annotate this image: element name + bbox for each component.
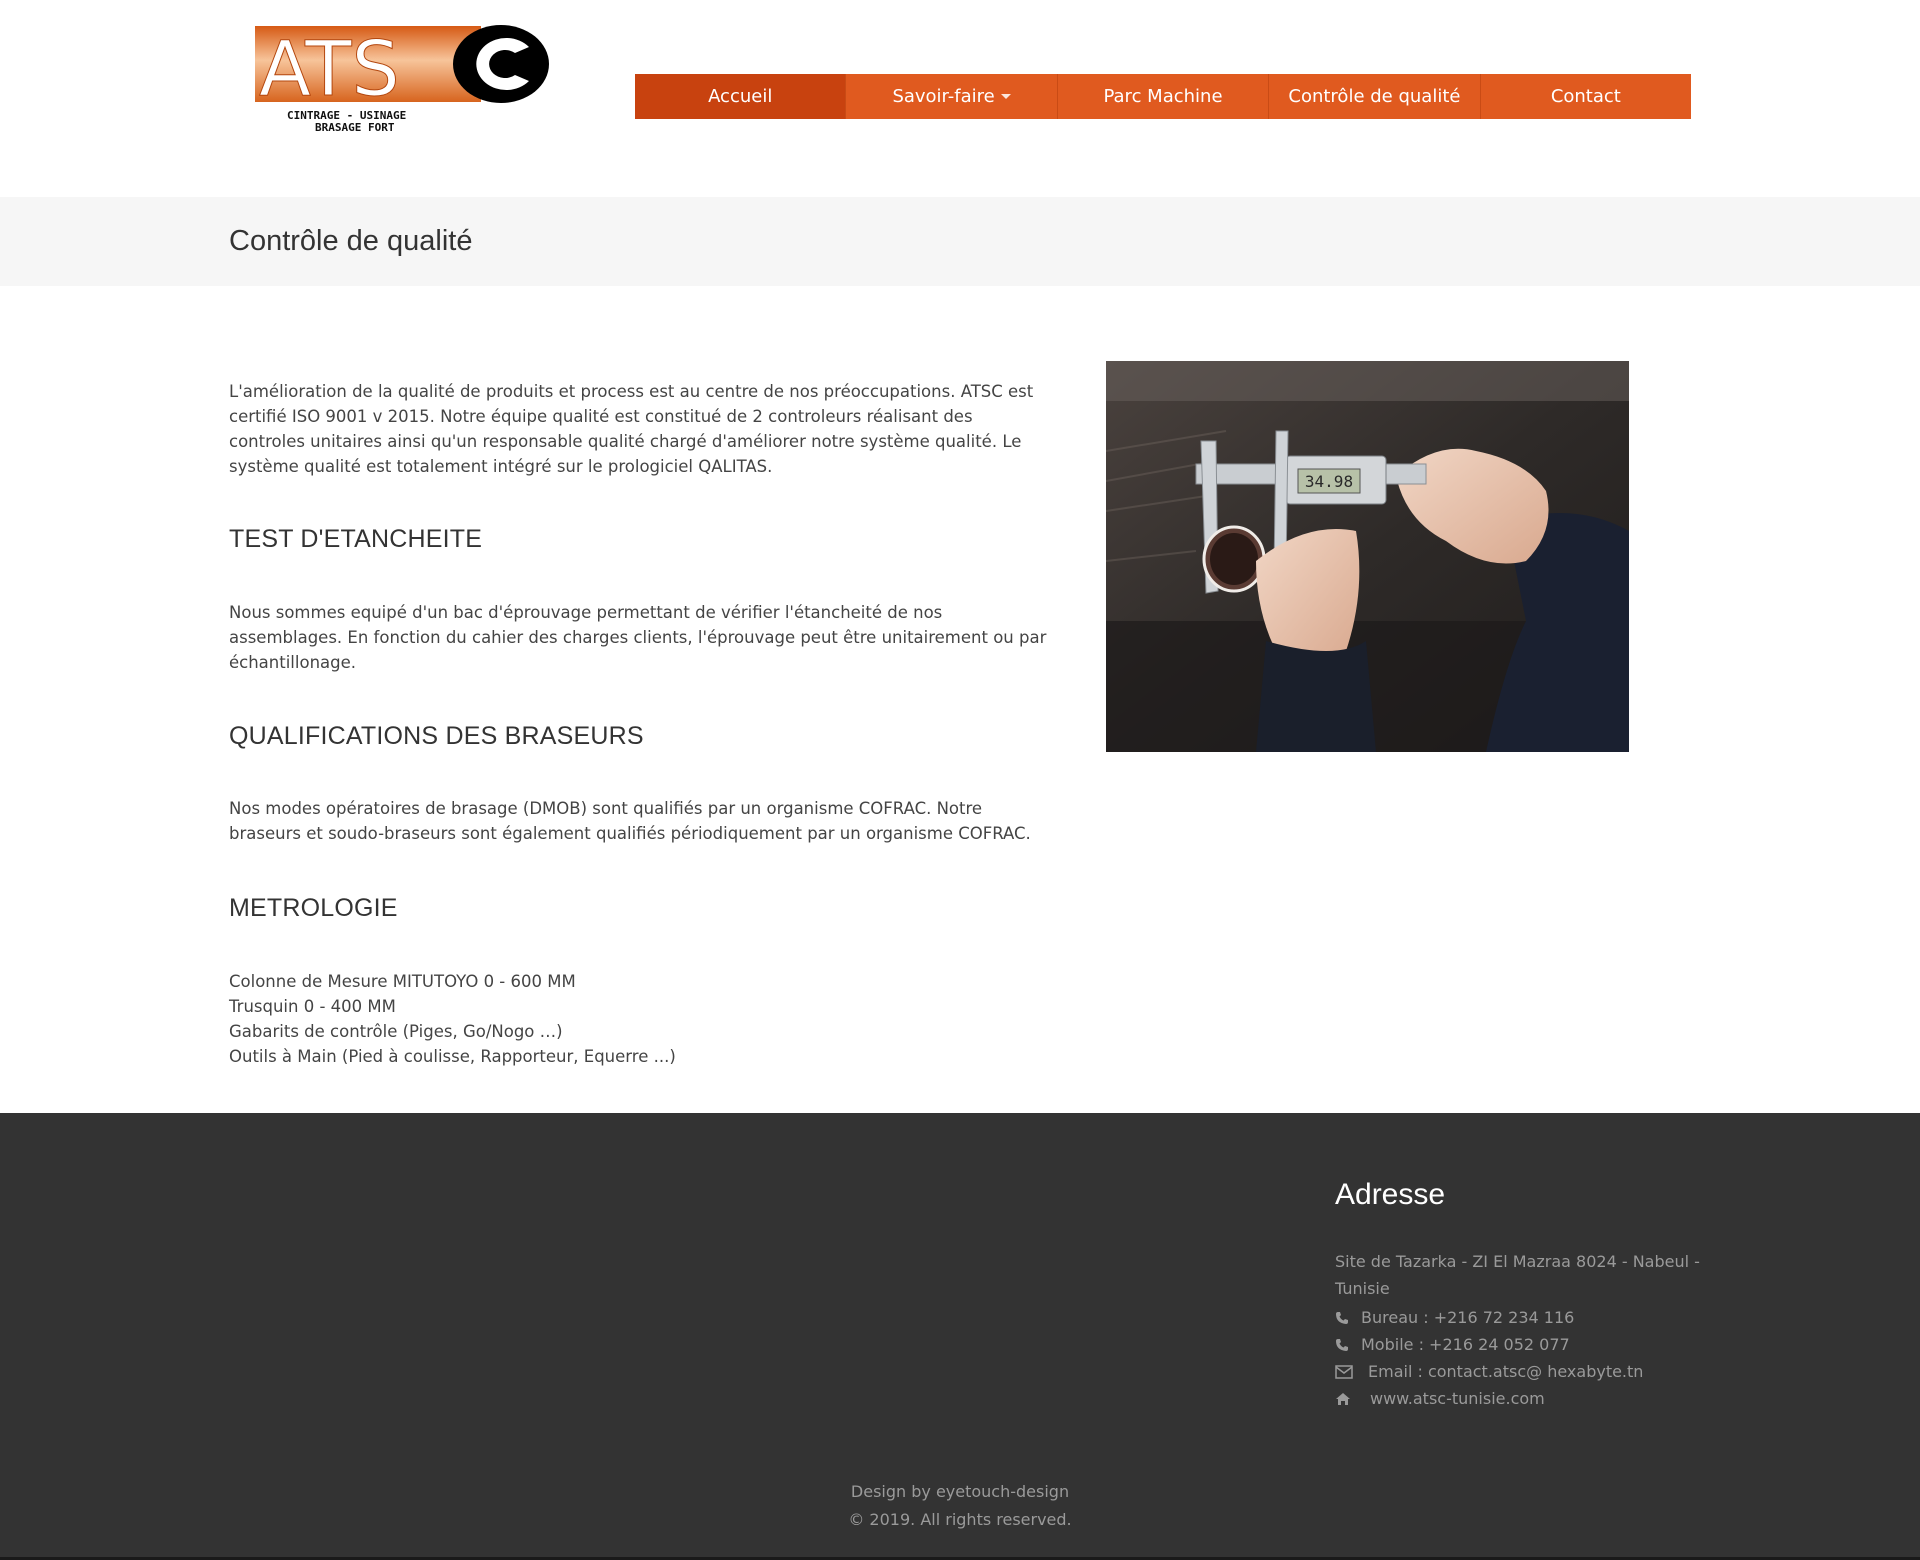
contact-email[interactable]: Email : contact.atsc@ hexabyte.tn [1335,1362,1643,1381]
home-icon [1335,1392,1370,1406]
caret-down-icon [1000,94,1011,99]
section-heading-braseurs: QUALIFICATIONS DES BRASEURS [229,722,644,750]
nav-item-contact[interactable]: Contact [1481,74,1691,119]
contact-mobile: Mobile : +216 24 052 077 [1335,1335,1570,1354]
nav-item-savoir-faire[interactable]: Savoir-faire [846,74,1058,119]
contact-text: Bureau : +216 72 234 116 [1361,1308,1575,1327]
intro-paragraph: L'amélioration de la qualité de produits… [229,382,1034,476]
nav-item-accueil[interactable]: Accueil [635,74,847,119]
footer-credits: Design by eyetouch-design © 2019. All ri… [0,1478,1920,1534]
nav-item-parc-machine[interactable]: Parc Machine [1058,74,1270,119]
nav-label: Savoir-faire [892,86,995,107]
section-heading-metrologie: METROLOGIE [229,894,398,922]
site-header: ATS CINTRAGE - USINAGE BRASAGE FORT Accu… [0,0,1920,197]
phone-icon [1335,1311,1361,1325]
list-item: Colonne de Mesure MITUTOYO 0 - 600 MM [229,972,576,991]
copyright-text: © 2019. All rights reserved. [848,1510,1072,1529]
contact-text: www.atsc-tunisie.com [1370,1389,1545,1408]
nav-label: Accueil [708,86,773,107]
svg-text:ATS: ATS [259,24,400,113]
list-item: Trusquin 0 - 400 MM [229,997,396,1016]
metrologie-list: Colonne de Mesure MITUTOYO 0 - 600 MM Tr… [229,969,1049,1069]
address-line-1: Site de Tazarka - ZI El Mazraa 8024 - Na… [1335,1252,1700,1271]
envelope-icon [1335,1364,1368,1379]
logo-tagline-2: BRASAGE FORT [315,121,395,134]
design-credit[interactable]: Design by eyetouch-design [0,1478,1920,1506]
contact-bureau: Bureau : +216 72 234 116 [1335,1308,1574,1327]
section-heading-etancheite: TEST D'ETANCHEITE [229,525,483,553]
contact-text: Email : contact.atsc@ hexabyte.tn [1368,1362,1644,1381]
nav-label: Contrôle de qualité [1288,86,1461,107]
section-text-braseurs: Nos modes opératoires de brasage (DMOB) … [229,799,1031,843]
list-item: Gabarits de contrôle (Piges, Go/Nogo …) [229,1022,563,1041]
page-title-band: Contrôle de qualité [0,197,1920,286]
address-line-2: Tunisie [1335,1279,1390,1298]
atsc-logo[interactable]: ATS CINTRAGE - USINAGE BRASAGE FORT [253,23,551,135]
list-item: Outils à Main (Pied à coulisse, Rapporte… [229,1047,676,1066]
nav-item-controle-qualite[interactable]: Contrôle de qualité [1269,74,1481,119]
nav-label: Parc Machine [1103,86,1223,107]
caliper-measurement-photo: 34.98 [1106,361,1629,752]
address-heading: Adresse [1335,1178,1446,1211]
section-text-etancheite: Nous sommes equipé d'un bac d'éprouvage … [229,603,1047,672]
contact-text: Mobile : +216 24 052 077 [1361,1335,1570,1354]
page-title: Contrôle de qualité [229,225,473,257]
main-content: L'amélioration de la qualité de produits… [229,360,1049,1069]
nav-label: Contact [1550,86,1621,107]
caliper-display-reading: 34.98 [1305,472,1353,491]
main-navigation: Accueil Savoir-faire Parc Machine Contrô… [635,74,1691,119]
site-footer: Adresse Site de Tazarka - ZI El Mazraa 8… [0,1113,1920,1560]
contact-website[interactable]: www.atsc-tunisie.com [1335,1389,1545,1408]
phone-icon [1335,1338,1361,1352]
